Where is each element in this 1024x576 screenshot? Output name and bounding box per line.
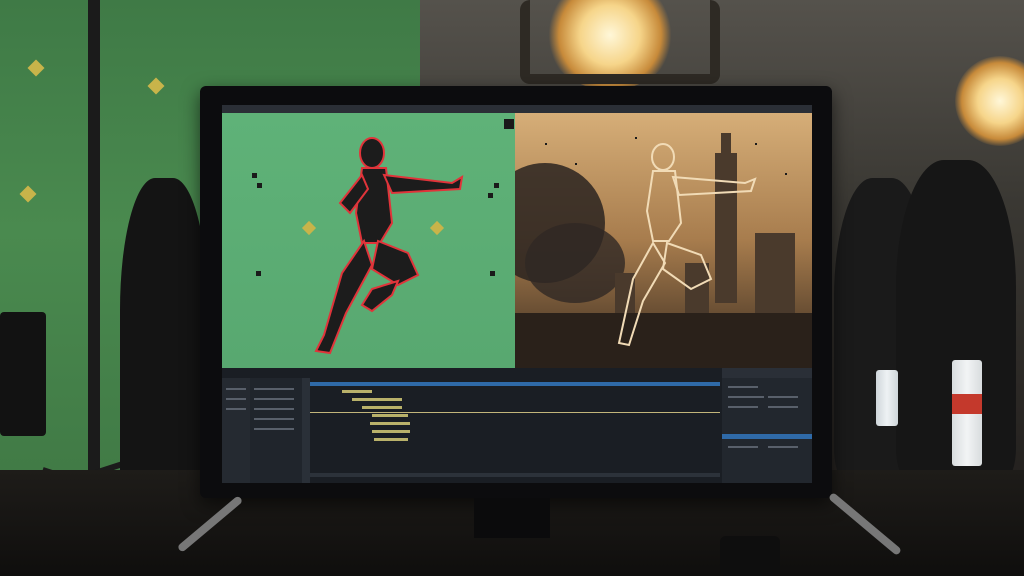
control-knob	[720, 536, 780, 576]
layer-row[interactable]	[254, 408, 294, 410]
light-housing	[520, 0, 720, 84]
properties-panel[interactable]	[722, 378, 812, 483]
studio-scene	[0, 0, 1024, 576]
monitor-stand	[474, 498, 550, 538]
layer-names[interactable]	[250, 378, 302, 483]
timeline-scrollbar[interactable]	[310, 473, 720, 477]
viewer-green-screen[interactable]	[222, 113, 515, 368]
timeline-clip[interactable]	[374, 438, 408, 441]
viewer-composite[interactable]	[515, 113, 812, 368]
property-row[interactable]	[768, 396, 798, 398]
layer-row[interactable]	[254, 418, 294, 420]
property-row[interactable]	[728, 446, 758, 448]
property-row[interactable]	[728, 406, 758, 408]
timeline-clip[interactable]	[372, 430, 410, 433]
timeline-clip[interactable]	[372, 414, 408, 417]
timeline-panel[interactable]	[222, 368, 722, 483]
timeline-gutter	[302, 378, 310, 483]
timeline-clip[interactable]	[370, 422, 410, 425]
layer-row[interactable]	[254, 428, 294, 430]
bottle-label	[952, 394, 982, 414]
layer-row[interactable]	[226, 408, 246, 410]
layer-row[interactable]	[254, 398, 294, 400]
layer-row[interactable]	[226, 398, 246, 400]
app-menu-bar[interactable]	[222, 105, 812, 113]
property-row[interactable]	[728, 386, 758, 388]
roto-figure	[252, 119, 514, 355]
timeline-clip[interactable]	[352, 398, 402, 401]
timeline-clip[interactable]	[342, 390, 372, 393]
timeline-ruler-line	[310, 412, 720, 413]
layer-row[interactable]	[254, 388, 294, 390]
timeline-clip[interactable]	[362, 406, 402, 409]
crew-member-silhouette	[120, 178, 208, 508]
vfx-software-screen[interactable]	[222, 105, 812, 483]
layer-row[interactable]	[226, 388, 246, 390]
composite-scene	[515, 113, 812, 368]
water-bottle	[876, 370, 898, 426]
property-row[interactable]	[768, 406, 798, 408]
camera-rig	[0, 312, 46, 436]
property-row[interactable]	[768, 446, 798, 448]
property-row-selected[interactable]	[722, 434, 812, 439]
layer-list[interactable]	[222, 378, 250, 483]
timeline-track-selected[interactable]	[310, 382, 720, 386]
property-row[interactable]	[728, 396, 764, 398]
